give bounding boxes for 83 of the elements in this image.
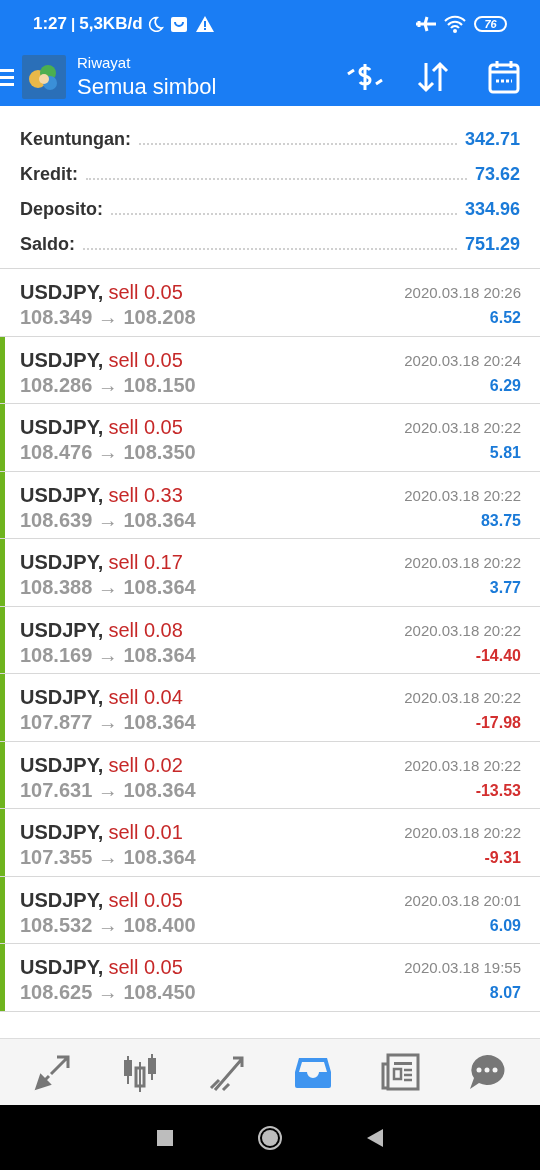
deal-prices: 108.532 → 108.400 bbox=[20, 912, 196, 937]
deal-profit: 83.75 bbox=[480, 510, 521, 531]
deal-symbol: USDJPY, bbox=[20, 955, 104, 980]
deal-prices: 108.388 → 108.364 bbox=[20, 575, 196, 599]
deal-order: sell 0.33 bbox=[108, 482, 183, 508]
currency-exchange-icon[interactable] bbox=[346, 61, 384, 93]
deal-order: sell 0.02 bbox=[108, 752, 183, 778]
deal-time: 2020.03.18 20:22 bbox=[404, 823, 521, 843]
deal-profit: 8.07 bbox=[489, 983, 521, 1003]
deal-profit: -17.98 bbox=[475, 713, 521, 733]
summary-label: Keuntungan: bbox=[20, 128, 131, 151]
deal-symbol: USDJPY, bbox=[20, 887, 104, 913]
deal-symbol: USDJPY, bbox=[20, 280, 104, 305]
deal-time: 2020.03.18 20:22 bbox=[404, 620, 521, 641]
deal-symbol: USDJPY, bbox=[20, 550, 104, 575]
deal-profit: 6.52 bbox=[489, 308, 521, 328]
deal-time: 2020.03.18 19:55 bbox=[404, 958, 521, 978]
deal-time: 2020.03.18 20:22 bbox=[404, 688, 521, 708]
summary-label: Saldo: bbox=[20, 233, 75, 256]
wifi-icon bbox=[444, 15, 466, 33]
airplane-icon bbox=[416, 15, 436, 33]
deal-order: sell 0.05 bbox=[108, 347, 183, 373]
deal-prices: 108.169 → 108.364 bbox=[20, 642, 196, 667]
deal-order: sell 0.08 bbox=[108, 617, 183, 643]
summary-value: 334.96 bbox=[464, 198, 520, 221]
deal-profit: 6.29 bbox=[489, 375, 521, 396]
calendar-icon[interactable] bbox=[488, 60, 520, 94]
deal-order: sell 0.05 bbox=[108, 280, 183, 305]
deal-symbol: USDJPY, bbox=[20, 617, 104, 643]
network-speed: 5,3KB/d bbox=[79, 13, 143, 36]
deal-symbol: USDJPY, bbox=[20, 752, 104, 778]
deal-order: sell 0.01 bbox=[108, 820, 183, 845]
status-time: 1:27 bbox=[33, 13, 68, 36]
deal-profit: -14.40 bbox=[475, 645, 521, 666]
deal-prices: 107.355 → 108.364 bbox=[20, 845, 196, 869]
summary-value: 751.29 bbox=[464, 233, 520, 256]
battery-indicator: 76 bbox=[474, 16, 507, 32]
deal-prices: 108.349 → 108.208 bbox=[20, 305, 196, 329]
deal-symbol: USDJPY, bbox=[20, 347, 104, 373]
deal-order: sell 0.05 bbox=[108, 955, 183, 980]
deal-prices: 108.476 → 108.350 bbox=[20, 440, 196, 464]
summary-label: Deposito: bbox=[20, 198, 103, 221]
deal-time: 2020.03.18 20:26 bbox=[404, 283, 521, 303]
recent-apps-button[interactable] bbox=[157, 1129, 173, 1146]
deal-order: sell 0.17 bbox=[108, 550, 183, 575]
deal-order: sell 0.04 bbox=[108, 685, 183, 710]
sort-icon[interactable] bbox=[416, 61, 450, 93]
toolbar-subtitle: Riwayat bbox=[77, 53, 132, 73]
summary-label: Kredit: bbox=[20, 163, 78, 186]
summary-value: 342.71 bbox=[464, 128, 520, 151]
warning-icon bbox=[195, 16, 214, 32]
deal-order: sell 0.05 bbox=[108, 415, 183, 440]
deal-profit: -9.31 bbox=[484, 848, 521, 868]
deal-profit: 3.77 bbox=[489, 578, 521, 598]
deal-time: 2020.03.18 20:24 bbox=[404, 350, 521, 371]
deal-symbol: USDJPY, bbox=[20, 482, 104, 508]
deal-time: 2020.03.18 20:22 bbox=[404, 553, 521, 573]
deal-order: sell 0.05 bbox=[108, 887, 183, 913]
deal-prices: 108.625 → 108.450 bbox=[20, 980, 196, 1004]
moon-icon bbox=[146, 15, 164, 33]
deal-time: 2020.03.18 20:22 bbox=[404, 418, 521, 438]
app-notification-icon bbox=[169, 15, 188, 33]
deal-profit: 6.09 bbox=[489, 915, 521, 936]
home-button[interactable] bbox=[258, 1125, 282, 1150]
status-separator: | bbox=[71, 13, 76, 34]
back-button[interactable] bbox=[367, 1128, 383, 1147]
deal-prices: 108.639 → 108.364 bbox=[20, 507, 196, 532]
deal-prices: 108.286 → 108.150 bbox=[20, 372, 196, 397]
app-logo-icon bbox=[22, 55, 66, 99]
deal-time: 2020.03.18 20:22 bbox=[404, 485, 521, 506]
deal-profit: -13.53 bbox=[475, 780, 521, 801]
deal-time: 2020.03.18 20:22 bbox=[404, 755, 521, 776]
newspaper-icon[interactable] bbox=[379, 1052, 420, 1092]
deal-prices: 107.877 → 108.364 bbox=[20, 710, 196, 734]
toolbar-title[interactable]: Semua simbol bbox=[77, 73, 217, 101]
deal-profit: 5.81 bbox=[489, 443, 521, 463]
deal-symbol: USDJPY, bbox=[20, 415, 104, 440]
summary-value: 73.62 bbox=[474, 163, 520, 186]
deal-time: 2020.03.18 20:01 bbox=[404, 890, 521, 911]
deal-symbol: USDJPY, bbox=[20, 685, 104, 710]
deal-prices: 107.631 → 108.364 bbox=[20, 777, 196, 802]
deal-symbol: USDJPY, bbox=[20, 820, 104, 845]
menu-icon[interactable] bbox=[0, 67, 14, 87]
